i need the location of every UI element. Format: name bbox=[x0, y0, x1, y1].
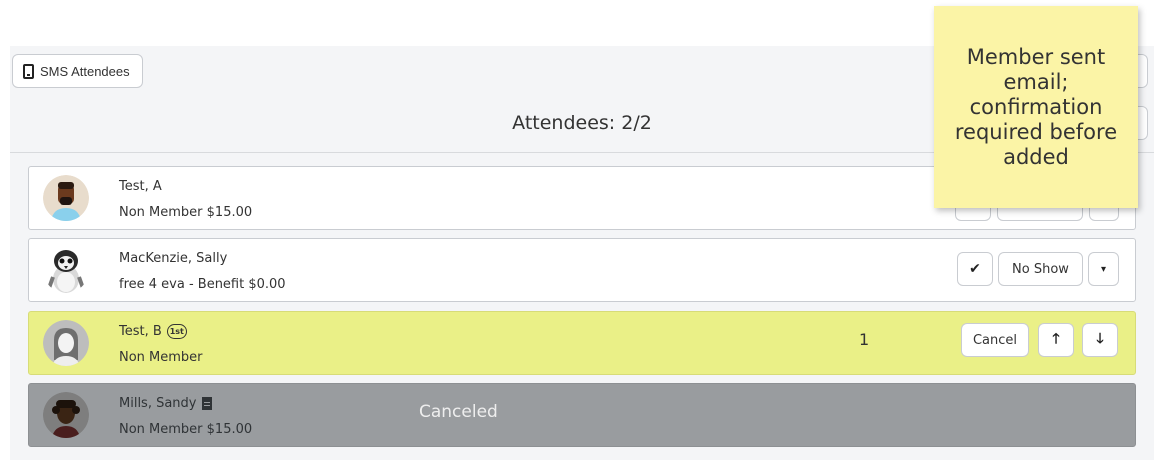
attendee-membership: free 4 eva - Benefit $0.00 bbox=[119, 277, 286, 292]
sms-attendees-button[interactable]: SMS Attendees bbox=[12, 54, 143, 88]
attendee-membership: Non Member $15.00 bbox=[119, 205, 253, 220]
attendee-membership: Non Member $15.00 bbox=[119, 422, 253, 437]
avatar bbox=[43, 320, 89, 366]
avatar bbox=[43, 392, 89, 438]
attendee-name: Test, A bbox=[119, 179, 162, 194]
avatar bbox=[43, 175, 89, 221]
attendee-name: Test, B 1st bbox=[119, 324, 187, 339]
sticky-note: Member sent email; confirmation required… bbox=[934, 6, 1138, 208]
waitlist-position: 1 bbox=[859, 330, 870, 349]
no-show-button[interactable]: No Show bbox=[998, 252, 1083, 286]
attendee-membership: Non Member bbox=[119, 350, 203, 365]
move-up-button[interactable]: 🡑 bbox=[1038, 323, 1074, 357]
mobile-phone-icon bbox=[23, 63, 34, 79]
attendee-name: Mills, Sandy bbox=[119, 396, 212, 411]
attendee-row-canceled: Mills, Sandy Non Member $15.00 Canceled bbox=[28, 383, 1136, 447]
first-visit-badge: 1st bbox=[166, 324, 187, 339]
more-dropdown-button[interactable]: ▾ bbox=[1088, 252, 1119, 286]
checkmark-icon: ✔ bbox=[969, 261, 981, 277]
attendee-row-waitlisted: Test, B 1st Non Member 1 Cancel 🡑 🡓 bbox=[28, 311, 1136, 375]
confirm-button[interactable]: ✔ bbox=[957, 252, 993, 286]
sms-attendees-label: SMS Attendees bbox=[40, 63, 130, 79]
avatar bbox=[43, 247, 89, 293]
attendee-row: MacKenzie, Sally free 4 eva - Benefit $0… bbox=[28, 238, 1136, 302]
caret-down-icon: ▾ bbox=[1100, 263, 1107, 275]
arrow-down-icon: 🡓 bbox=[1096, 331, 1104, 347]
canceled-status: Canceled bbox=[419, 402, 498, 422]
cancel-button[interactable]: Cancel bbox=[961, 323, 1029, 357]
move-down-button[interactable]: 🡓 bbox=[1082, 323, 1118, 357]
arrow-up-icon: 🡑 bbox=[1052, 331, 1060, 347]
attendee-name: MacKenzie, Sally bbox=[119, 251, 228, 266]
document-icon bbox=[201, 397, 212, 410]
